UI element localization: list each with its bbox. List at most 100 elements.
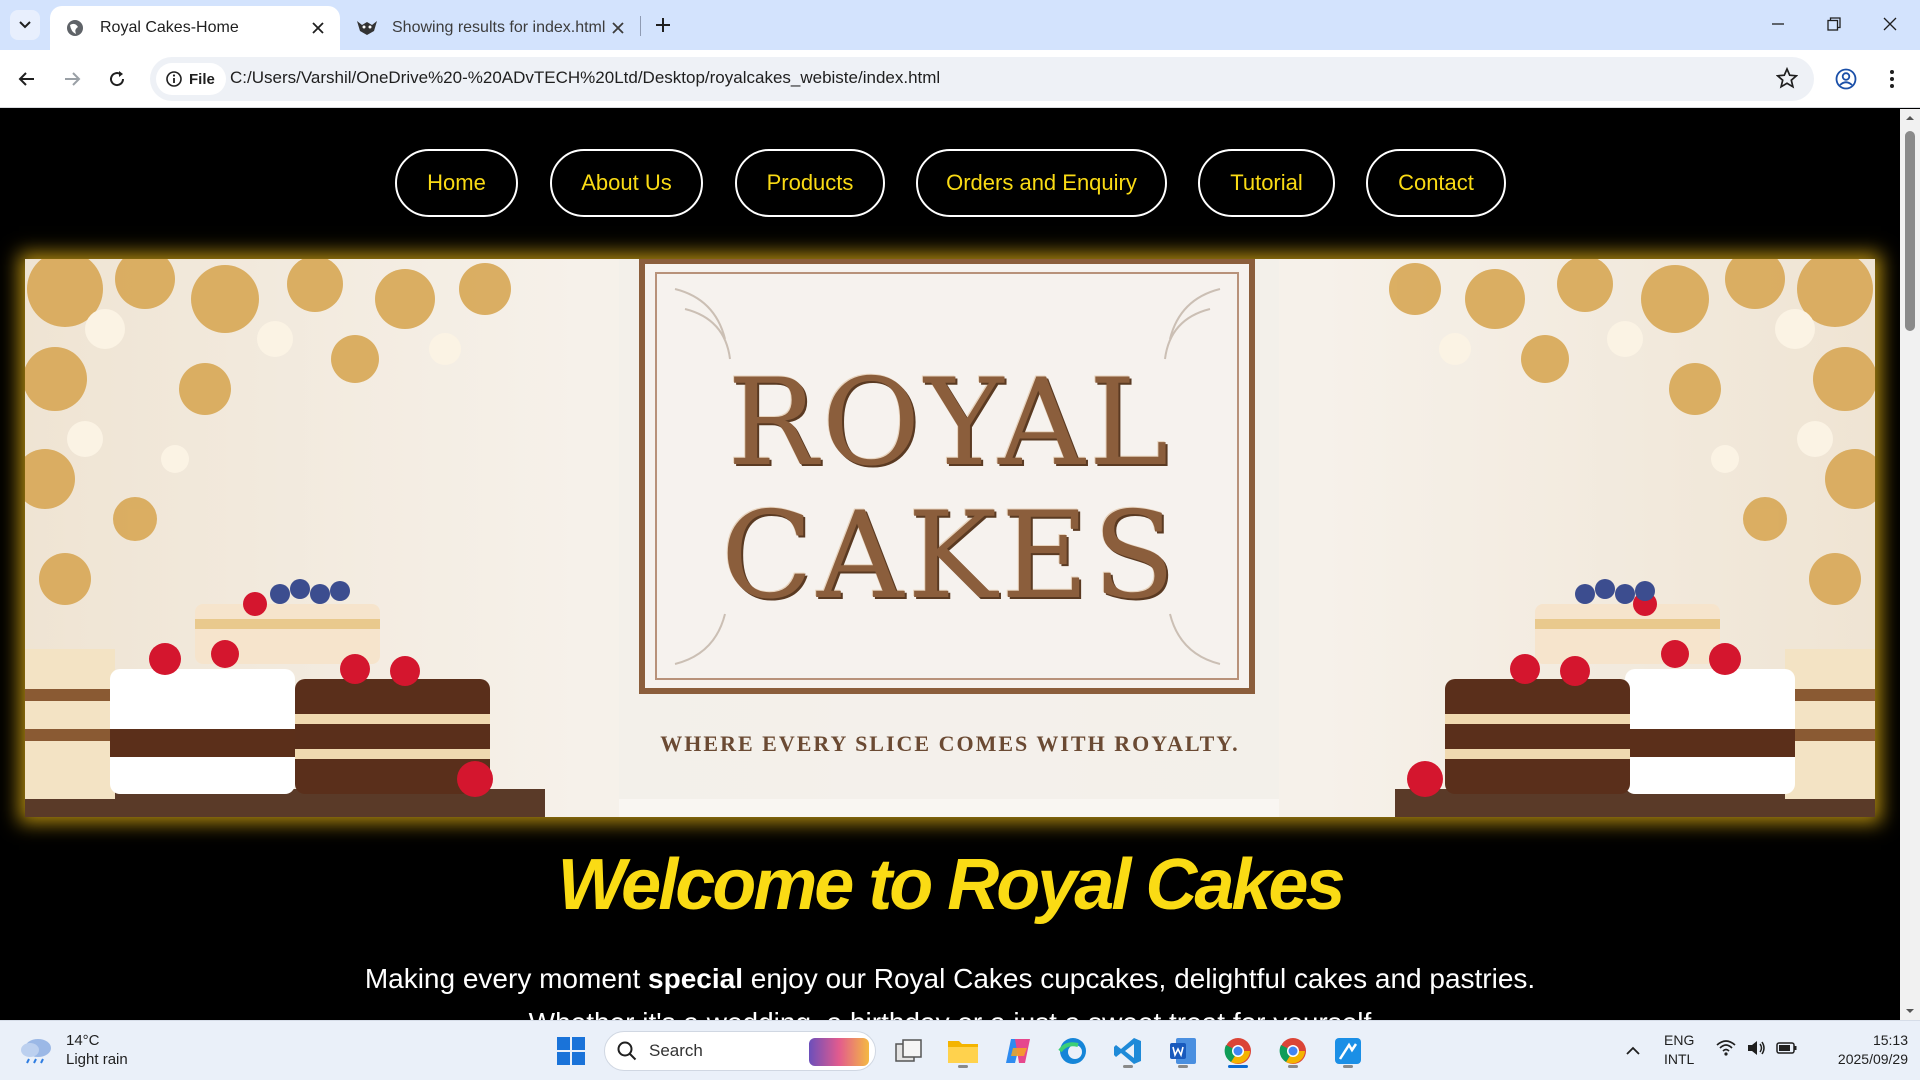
app-icon bbox=[1335, 1038, 1361, 1064]
close-tab-icon[interactable] bbox=[306, 16, 330, 40]
copilot-icon bbox=[1006, 1039, 1030, 1063]
hero-banner: ROYAL CAKES WHERE EVERY SLICE COMES WITH… bbox=[25, 259, 1875, 817]
profile-icon bbox=[1835, 68, 1857, 90]
nav-contact[interactable]: Contact bbox=[1366, 149, 1506, 217]
intro-paragraph: Making every moment special enjoy our Ro… bbox=[0, 963, 1900, 995]
back-button[interactable] bbox=[11, 63, 43, 95]
welcome-heading: Welcome to Royal Cakes bbox=[557, 845, 1346, 925]
nav-about-us[interactable]: About Us bbox=[550, 149, 703, 217]
restore-button[interactable] bbox=[1806, 0, 1862, 48]
active-indicator bbox=[1228, 1065, 1248, 1068]
word-icon bbox=[1170, 1038, 1196, 1064]
nav-products[interactable]: Products bbox=[735, 149, 885, 217]
clock-time: 15:13 bbox=[1872, 1032, 1908, 1048]
scrollbar-thumb[interactable] bbox=[1905, 131, 1915, 331]
search-highlight-image bbox=[809, 1038, 869, 1066]
intro-highlight: special bbox=[648, 963, 743, 994]
show-hidden-icons-button[interactable] bbox=[1613, 1031, 1653, 1071]
running-indicator bbox=[1288, 1065, 1298, 1068]
tab-separator bbox=[640, 16, 641, 36]
task-view-icon bbox=[895, 1039, 922, 1062]
banner-title-cakes: CAKES bbox=[721, 487, 1179, 626]
page-scrollbar[interactable] bbox=[1900, 109, 1920, 1020]
folder-icon bbox=[948, 1041, 978, 1063]
speaker-icon bbox=[1748, 1041, 1765, 1055]
language-indicator[interactable]: ENG INTL bbox=[1664, 1031, 1694, 1069]
tab-search-button[interactable] bbox=[10, 10, 40, 40]
nav-home[interactable]: Home bbox=[395, 149, 518, 217]
running-indicator bbox=[1123, 1065, 1133, 1068]
azure-app-button[interactable] bbox=[1328, 1031, 1368, 1071]
system-tray-icons[interactable] bbox=[1716, 1039, 1798, 1057]
profile-button[interactable] bbox=[1830, 63, 1862, 95]
reload-icon bbox=[110, 71, 125, 87]
keyboard-layout: INTL bbox=[1664, 1051, 1695, 1067]
more-vertical-icon bbox=[1890, 70, 1894, 88]
file-explorer-button[interactable] bbox=[943, 1031, 983, 1071]
forward-button[interactable] bbox=[56, 63, 88, 95]
restore-icon bbox=[1827, 17, 1841, 31]
tab-search-results[interactable]: Showing results for index.html bbox=[350, 6, 640, 50]
minimize-button[interactable] bbox=[1750, 0, 1806, 48]
site-info-chip[interactable]: File bbox=[156, 63, 226, 95]
chrome-button-active[interactable] bbox=[1218, 1031, 1258, 1071]
rain-cloud-icon bbox=[21, 1039, 51, 1064]
clock-date: 2025/09/29 bbox=[1837, 1051, 1908, 1067]
taskbar-search[interactable]: Search bbox=[604, 1031, 876, 1071]
task-view-button[interactable] bbox=[889, 1031, 929, 1071]
copilot-button[interactable] bbox=[998, 1031, 1038, 1071]
close-icon bbox=[1883, 17, 1897, 31]
language-code: ENG bbox=[1664, 1032, 1695, 1048]
weather-widget[interactable]: 14°C Light rain bbox=[20, 1031, 128, 1069]
word-button[interactable] bbox=[1163, 1031, 1203, 1071]
chevron-up-icon bbox=[1626, 1046, 1640, 1055]
address-bar[interactable]: File C:/Users/Varshil/OneDrive%20-%20ADv… bbox=[150, 57, 1814, 101]
running-indicator bbox=[1343, 1065, 1353, 1068]
new-tab-button[interactable] bbox=[650, 12, 676, 38]
browser-toolbar: File C:/Users/Varshil/OneDrive%20-%20ADv… bbox=[0, 50, 1920, 108]
edge-button[interactable] bbox=[1053, 1031, 1093, 1071]
reload-button[interactable] bbox=[101, 63, 133, 95]
arrow-right-icon bbox=[65, 72, 81, 86]
nav-tutorial[interactable]: Tutorial bbox=[1198, 149, 1335, 217]
battery-icon bbox=[1776, 1042, 1797, 1054]
globe-icon bbox=[64, 17, 86, 39]
nav-orders-and-enquiry[interactable]: Orders and Enquiry bbox=[916, 149, 1167, 217]
windows-logo-icon bbox=[557, 1037, 585, 1065]
plus-icon bbox=[656, 18, 670, 32]
browser-menu-button[interactable] bbox=[1876, 63, 1908, 95]
url-text[interactable]: C:/Users/Varshil/OneDrive%20-%20ADvTECH%… bbox=[230, 68, 940, 88]
info-icon bbox=[166, 71, 182, 87]
intro-text-end: enjoy our Royal Cakes cupcakes, delightf… bbox=[742, 963, 1536, 994]
bookmark-star-icon[interactable] bbox=[1775, 66, 1800, 91]
bat-logo-icon bbox=[356, 17, 378, 39]
vscode-button[interactable] bbox=[1108, 1031, 1148, 1071]
vscode-icon bbox=[1114, 1038, 1141, 1064]
running-indicator bbox=[1178, 1065, 1188, 1068]
scroll-down-icon[interactable] bbox=[1905, 1006, 1915, 1016]
page-content: Home About Us Products Orders and Enquir… bbox=[0, 109, 1900, 1020]
weather-description: Light rain bbox=[66, 1051, 128, 1068]
site-chip-label: File bbox=[189, 70, 215, 88]
scroll-up-icon[interactable] bbox=[1905, 113, 1915, 123]
banner-title-royal: ROYAL bbox=[727, 354, 1173, 493]
minimize-icon bbox=[1772, 23, 1784, 25]
close-tab-icon[interactable] bbox=[606, 16, 630, 40]
close-window-button[interactable] bbox=[1862, 0, 1918, 48]
search-icon bbox=[617, 1041, 637, 1061]
browser-tab-bar: Royal Cakes-Home Showing results for ind… bbox=[0, 0, 1920, 50]
windows-taskbar: 14°C Light rain Search ENG INTL 15:13 20… bbox=[0, 1020, 1920, 1080]
intro-text-start: Making every moment bbox=[364, 963, 649, 994]
tab-royal-cakes-home[interactable]: Royal Cakes-Home bbox=[50, 6, 340, 50]
edge-icon bbox=[1058, 1038, 1086, 1064]
chrome-icon bbox=[1224, 1038, 1251, 1064]
tab-title: Showing results for index.html bbox=[392, 19, 606, 36]
clock[interactable]: 15:13 2025/09/29 bbox=[1818, 1031, 1908, 1069]
banner-tagline: WHERE EVERY SLICE COMES WITH ROYALTY. bbox=[660, 731, 1240, 756]
running-indicator bbox=[958, 1065, 968, 1068]
wifi-icon bbox=[1716, 1040, 1736, 1056]
start-button[interactable] bbox=[551, 1031, 591, 1071]
chrome-button[interactable] bbox=[1273, 1031, 1313, 1071]
weather-temperature: 14°C bbox=[66, 1032, 100, 1049]
site-navigation: Home About Us Products Orders and Enquir… bbox=[0, 149, 1900, 217]
